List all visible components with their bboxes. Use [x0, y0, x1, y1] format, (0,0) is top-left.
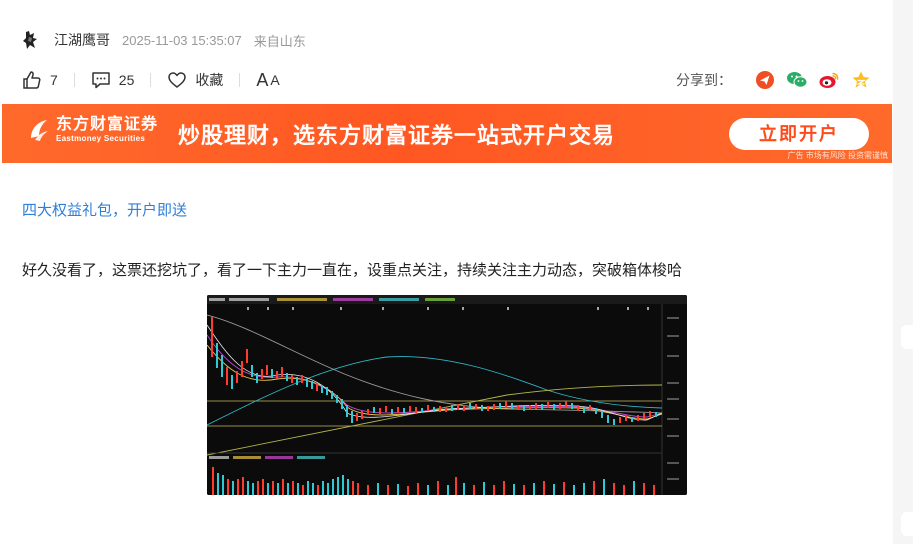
- share-toutiao-button[interactable]: [754, 69, 776, 91]
- share-wechat-button[interactable]: [786, 69, 808, 91]
- page-scroll-gutter: [893, 0, 913, 544]
- post-time: 2025-11-03 15:35:07: [122, 32, 242, 48]
- post-body-text: 好久没看了，这票还挖坑了，看了一下主力一直在，设重点关注，持续关注主力动态，突破…: [22, 262, 683, 279]
- post-location: 来自山东: [253, 33, 306, 49]
- share-qzone-button[interactable]: [850, 69, 872, 91]
- like-count: 7: [50, 72, 58, 88]
- floating-tab[interactable]: [901, 325, 913, 349]
- font-size-button[interactable]: AA: [256, 70, 280, 91]
- stock-chart-image[interactable]: [207, 295, 687, 495]
- open-account-button[interactable]: 立即开户: [729, 118, 869, 150]
- heart-icon: [168, 72, 187, 88]
- font-size-label-small: A: [270, 72, 281, 88]
- author-avatar[interactable]: [20, 29, 42, 51]
- kline-chart-thumbnail: [207, 295, 687, 495]
- floating-tab[interactable]: [901, 512, 913, 536]
- weibo-icon: [819, 72, 839, 88]
- toutiao-icon: [756, 71, 774, 89]
- eastmoney-logo-icon: [28, 118, 50, 142]
- eastmoney-logo: 东方财富证券 Eastmoney Securities: [28, 116, 158, 144]
- like-button[interactable]: 7: [22, 70, 58, 90]
- thumbs-up-icon: [23, 71, 41, 89]
- comment-icon: [92, 72, 110, 89]
- share-weibo-button[interactable]: [818, 69, 840, 91]
- action-bar: 7 25 收藏 AA 分享到：: [22, 68, 872, 92]
- qzone-icon: [852, 71, 870, 88]
- post-card: 江湖鹰哥 2025-11-03 15:35:07 来自山东 7 25 收藏 A …: [0, 0, 893, 544]
- comment-button[interactable]: 25: [91, 70, 135, 90]
- ad-banner[interactable]: 东方财富证券 Eastmoney Securities 炒股理财，选东方财富证券…: [2, 104, 892, 163]
- promo-link[interactable]: 四大权益礼包，开户即送: [22, 199, 187, 220]
- ad-note: 广告 市场有风险 投资需谨慎: [787, 151, 888, 160]
- share-label: 分享到：: [676, 72, 732, 88]
- favorite-button[interactable]: 收藏: [167, 70, 223, 90]
- comment-count: 25: [118, 72, 135, 88]
- wechat-icon: [787, 72, 808, 88]
- favorite-label: 收藏: [195, 72, 224, 88]
- divider: [239, 73, 241, 87]
- share-bar: 分享到：: [676, 68, 872, 92]
- logo-en-text: Eastmoney Securities: [56, 134, 146, 143]
- author-name[interactable]: 江湖鹰哥: [54, 30, 110, 50]
- font-size-label-big: A: [256, 69, 270, 90]
- logo-cn-text: 东方财富证券: [56, 116, 159, 133]
- banner-slogan: 炒股理财，选东方财富证券一站式开户交易: [178, 123, 616, 148]
- divider: [150, 73, 152, 87]
- author-row: 江湖鹰哥 2025-11-03 15:35:07 来自山东: [20, 28, 306, 52]
- divider: [73, 73, 75, 87]
